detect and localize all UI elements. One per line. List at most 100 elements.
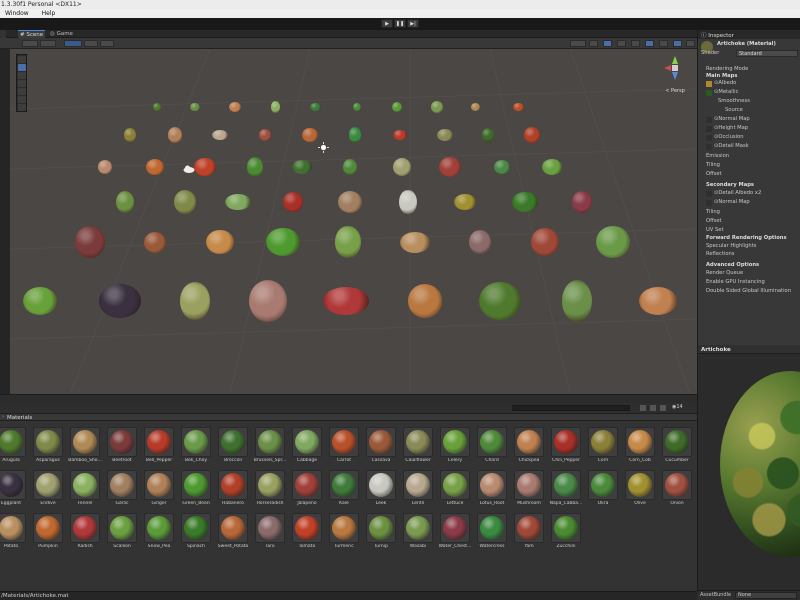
material-item[interactable]: Habanero [216,470,252,512]
filter-type-icon[interactable] [640,405,646,411]
vegetable-model[interactable] [342,159,358,175]
rotate-tool-icon[interactable] [18,72,26,79]
pivot-toggle[interactable] [64,40,82,47]
material-item[interactable]: Mushroom [512,470,548,512]
vegetable-model[interactable] [206,229,234,255]
secondary-normal-slot[interactable] [706,200,712,206]
material-item[interactable]: Broccoli [216,427,252,469]
vegetable-model[interactable] [431,101,443,113]
vegetable-model[interactable] [393,158,411,176]
material-item[interactable]: Eggplant [0,470,30,512]
vegetable-model[interactable] [511,192,539,212]
vegetable-model[interactable] [292,160,312,174]
material-item[interactable]: Beetroot [105,427,141,469]
tab-scene[interactable]: # Scene [18,30,46,38]
vegetable-model[interactable] [143,231,167,253]
material-item[interactable]: Leek [364,470,400,512]
directional-light-icon[interactable] [318,142,329,153]
vegetable-model[interactable] [174,189,196,215]
material-item[interactable]: Bell_Pepper [142,427,178,469]
material-item[interactable]: Green_Bean [179,470,215,512]
vegetable-model[interactable] [481,128,495,142]
inspector-tab[interactable]: ⓘ Inspector [698,30,800,39]
material-item[interactable]: Lentil [401,470,437,512]
vegetable-model[interactable] [323,286,369,316]
material-item[interactable]: Watercress [475,513,511,555]
material-item[interactable]: Celery [438,427,474,469]
vegetable-model[interactable] [596,226,630,258]
preview-sphere[interactable] [720,371,800,557]
filter-label-icon[interactable] [650,405,656,411]
vegetable-model[interactable] [470,103,480,111]
orientation-gizmo[interactable]: < Persp [661,54,689,94]
vegetable-model[interactable] [561,279,593,323]
grid-snap-button[interactable] [100,40,114,47]
vegetable-model[interactable] [407,284,443,318]
material-item[interactable]: Turnip [364,513,400,555]
material-item[interactable]: Turmeric [327,513,363,555]
vegetable-model[interactable] [229,102,241,112]
vegetable-model[interactable] [454,193,476,211]
vegetable-model[interactable] [524,127,540,143]
shading-mode-dropdown[interactable] [22,40,38,47]
normal-map-slot[interactable] [706,117,712,123]
material-item[interactable]: Ginger [142,470,178,512]
material-item[interactable]: Napa_Cabba... [549,470,585,512]
vegetable-model[interactable] [116,191,134,213]
2d-toggle[interactable] [589,40,598,47]
occlusion-slot[interactable] [706,135,712,141]
material-item[interactable]: Water_Chest... [438,513,474,555]
material-item[interactable]: Lotus_Root [475,470,511,512]
vegetable-model[interactable] [246,157,264,177]
material-item[interactable]: Arugula [0,427,30,469]
material-item[interactable]: Carrot [327,427,363,469]
vegetable-model[interactable] [572,191,592,213]
material-item[interactable]: Fennel [68,470,104,512]
metallic-texture-slot[interactable] [706,90,712,96]
material-item[interactable]: Corn [586,427,622,469]
vegetable-model[interactable] [249,279,287,323]
material-item[interactable]: Olive [623,470,659,512]
detail-mask-slot[interactable] [706,144,712,150]
vegetable-model[interactable] [124,128,136,142]
custom-tool-icon[interactable] [18,104,26,111]
vegetable-model[interactable] [349,127,361,143]
menu-window[interactable]: Window [5,10,29,17]
play-button[interactable]: ▶ [381,19,393,28]
material-item[interactable]: Bok_Choy [179,427,215,469]
vegetable-model[interactable] [493,160,511,174]
material-item[interactable]: Brussels_Spr... [253,427,289,469]
gizmos-dropdown[interactable] [673,40,682,47]
material-item[interactable]: Sweet_Potato [216,513,252,555]
breadcrumb-materials[interactable]: Materials [7,415,32,421]
material-item[interactable]: Potato [0,513,30,555]
move-tool-icon[interactable] [18,64,26,71]
material-item[interactable]: Lettuce [438,470,474,512]
assetbundle-dropdown[interactable]: None [735,592,797,599]
step-button[interactable]: ▶| [407,19,419,28]
vegetable-model[interactable] [399,231,431,253]
vegetable-model[interactable] [270,101,280,113]
hidden-objects-toggle[interactable] [645,40,654,47]
audio-toggle[interactable] [617,40,626,47]
vegetable-model[interactable] [542,159,562,175]
vegetable-model[interactable] [512,102,524,112]
height-map-slot[interactable] [706,126,712,132]
material-item[interactable]: Zucchini [549,513,585,555]
material-item[interactable]: Cucumber [660,427,696,469]
vegetable-model[interactable] [639,286,677,316]
persp-label[interactable]: < Persp [661,88,689,94]
material-item[interactable]: Jalapeno [290,470,326,512]
material-item[interactable]: Garlic [105,470,141,512]
vegetable-model[interactable] [337,191,363,213]
render-mode-dropdown[interactable] [570,40,586,47]
material-item[interactable]: Wasabi [401,513,437,555]
material-item[interactable]: Taro [253,513,289,555]
material-item[interactable]: Chard [475,427,511,469]
effects-toggle[interactable] [631,40,640,47]
favorite-icon[interactable] [660,405,666,411]
camera-icon[interactable] [659,40,668,47]
vegetable-model[interactable] [194,158,216,176]
shader-dropdown[interactable]: Standard [736,50,798,57]
material-item[interactable]: Scallion [105,513,141,555]
